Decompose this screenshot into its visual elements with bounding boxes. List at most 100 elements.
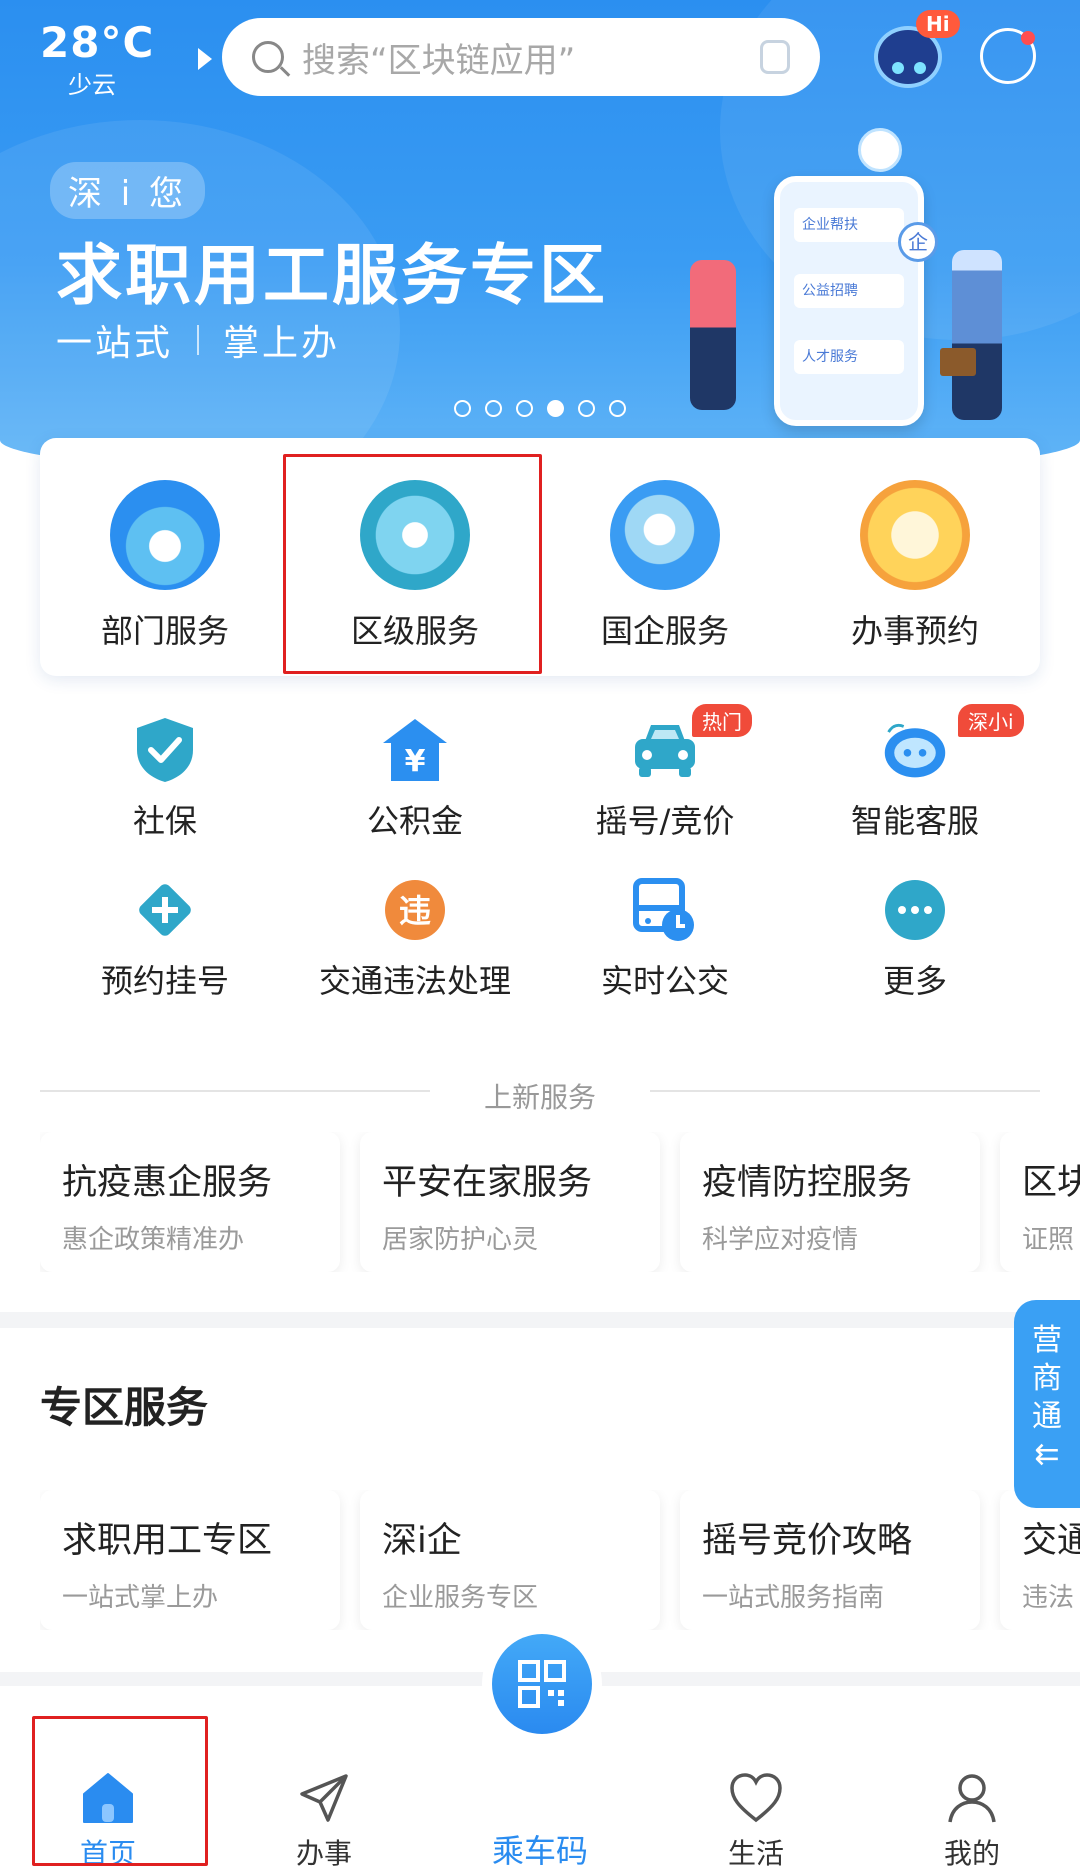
hi-badge: Hi [916, 10, 960, 38]
card-title: 深i企 [382, 1521, 462, 1561]
banner-tag: 深 i 您 [50, 162, 206, 219]
banner-sub-left: 一站式 [56, 323, 174, 364]
bus-clock-icon [631, 876, 699, 944]
section-separator [0, 1312, 1080, 1328]
card-subtitle: 一站式服务指南 [702, 1583, 885, 1613]
card-title: 疫情防控服务 [702, 1163, 913, 1203]
new-service-card[interactable]: 疫情防控服务 科学应对疫情 [680, 1132, 980, 1272]
zone-service-card[interactable]: 摇号竞价攻略 一站式服务指南 [680, 1490, 980, 1630]
zone-service-card[interactable]: 交通 违法 [1000, 1490, 1080, 1630]
new-service-card[interactable]: 平安在家服务 居家防护心灵 [360, 1132, 660, 1272]
carousel-dot[interactable] [454, 400, 471, 417]
hospital-appointment-button[interactable]: 预约挂号 [40, 856, 290, 1016]
service-label: 公积金 [366, 802, 463, 840]
man-illustration [952, 250, 1002, 420]
briefcase-icon [940, 348, 976, 376]
new-service-card[interactable]: 抗疫惠企服务 惠企政策精准办 [40, 1132, 340, 1272]
smart-service-button[interactable]: 深小i 智能客服 [790, 696, 1040, 856]
card-title: 求职用工专区 [62, 1521, 273, 1561]
service-label: 国企服务 [600, 612, 729, 650]
zone-services-heading: 专区服务 [40, 1383, 209, 1432]
violation-glyph: 违 [399, 892, 431, 930]
department-service-button[interactable]: 部门服务 [40, 438, 290, 676]
housing-fund-button[interactable]: ¥ 公积金 [290, 696, 540, 856]
divider [197, 325, 200, 355]
heart-icon [728, 1770, 784, 1826]
side-tab-char: 通 [1032, 1399, 1062, 1434]
top-banner-area: 28°C 少云 搜索“区块链应用” Hi 深 i 您 求职用工服务专区 一站式 … [0, 0, 1080, 480]
message-icon[interactable] [980, 28, 1036, 84]
mini-robot-icon [858, 128, 902, 172]
illus-card: 企业帮扶 [794, 208, 904, 242]
weather-widget[interactable]: 28°C 少云 [40, 18, 212, 100]
lottery-bidding-button[interactable]: 热门 摇号/竞价 [540, 696, 790, 856]
nav-ride-code[interactable]: 乘车码 [432, 1634, 648, 1868]
banner-title[interactable]: 求职用工服务专区 [56, 222, 608, 318]
illus-card: 人才服务 [794, 340, 904, 374]
state-enterprise-service-button[interactable]: 国企服务 [540, 438, 790, 676]
social-security-button[interactable]: 社保 [40, 696, 290, 856]
carousel-dot-active[interactable] [547, 400, 564, 417]
new-service-card[interactable]: 区块 证照 [1000, 1132, 1080, 1272]
profile-icon [944, 1770, 1000, 1826]
banner-illustration: 企业帮扶 公益招聘 人才服务 企 [690, 120, 1020, 430]
service-label: 摇号/竞价 [595, 802, 735, 840]
traffic-violation-icon: 违 [381, 876, 449, 944]
yen-glyph: ¥ [405, 744, 426, 779]
carousel-dot[interactable] [578, 400, 595, 417]
yingshangtong-side-tab[interactable]: 营 商 通 ⇇ [1014, 1300, 1080, 1508]
robot-eye [914, 62, 926, 74]
weather-condition-text: 少云 [68, 71, 116, 99]
new-services-heading: 上新服务 [483, 1081, 596, 1114]
department-icon [110, 480, 220, 590]
state-enterprise-icon [610, 480, 720, 590]
medical-cross-icon [131, 876, 199, 944]
banner-subtitle: 一站式 掌上办 [56, 314, 340, 366]
appointment-service-button[interactable]: 办事预约 [790, 438, 1040, 676]
banner-sub-right: 掌上办 [223, 323, 341, 364]
woman-illustration [690, 260, 736, 410]
more-services-button[interactable]: 更多 [790, 856, 1040, 1016]
nav-affairs[interactable]: 办事 [216, 1686, 432, 1868]
zone-service-card[interactable]: 深i企 企业服务专区 [360, 1490, 660, 1630]
search-icon [252, 41, 284, 73]
carousel-dots[interactable] [454, 400, 626, 417]
phone-illustration: 企业帮扶 公益招聘 人才服务 [774, 176, 924, 426]
service-label: 办事预约 [850, 612, 979, 650]
more-icon [881, 876, 949, 944]
card-subtitle: 居家防护心灵 [382, 1225, 539, 1255]
zone-service-card[interactable]: 求职用工专区 一站式掌上办 [40, 1490, 340, 1630]
caret-right-icon [198, 48, 212, 70]
traffic-violation-button[interactable]: 违 交通违法处理 [290, 856, 540, 1016]
highlight-box [32, 1716, 208, 1866]
divider-line [650, 1090, 1040, 1092]
card-subtitle: 企业服务专区 [382, 1583, 539, 1613]
realtime-bus-button[interactable]: 实时公交 [540, 856, 790, 1016]
card-subtitle: 一站式掌上办 [62, 1583, 219, 1613]
search-bar[interactable]: 搜索“区块链应用” [222, 18, 820, 96]
chatbot-icon [881, 716, 949, 784]
carousel-dot[interactable] [609, 400, 626, 417]
service-label: 更多 [882, 962, 947, 1000]
nav-life[interactable]: 生活 [648, 1686, 864, 1868]
nav-label: 乘车码 [491, 1832, 588, 1868]
card-title: 区块 [1022, 1163, 1080, 1203]
card-title: 抗疫惠企服务 [62, 1163, 273, 1203]
carousel-dot[interactable] [485, 400, 502, 417]
robot-eye [892, 62, 904, 74]
card-subtitle: 科学应对疫情 [702, 1225, 859, 1255]
nav-profile[interactable]: 我的 [864, 1686, 1080, 1868]
carousel-dot[interactable] [516, 400, 533, 417]
card-subtitle: 惠企政策精准办 [62, 1225, 245, 1255]
nav-label: 生活 [727, 1837, 784, 1868]
nav-label: 办事 [295, 1837, 352, 1868]
qr-code-icon [492, 1634, 592, 1734]
shield-icon [131, 716, 199, 784]
assistant-robot-button[interactable]: Hi [868, 10, 960, 96]
illus-card: 公益招聘 [794, 274, 904, 308]
enterprise-badge-icon: 企 [898, 222, 938, 262]
card-title: 交通 [1022, 1521, 1080, 1561]
send-icon [296, 1770, 352, 1826]
nav-label: 我的 [943, 1837, 1000, 1868]
voice-icon[interactable] [760, 40, 790, 74]
